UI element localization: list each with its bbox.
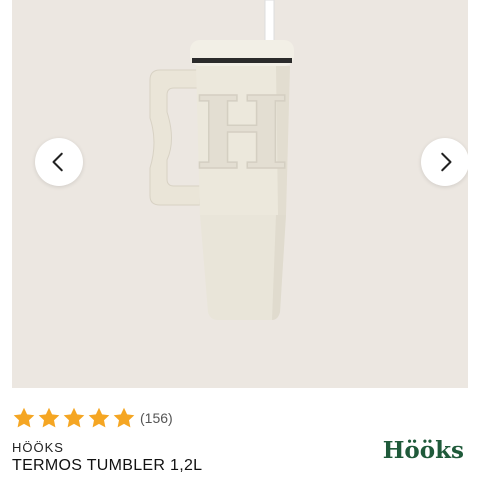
next-image-button[interactable] [421, 138, 468, 186]
rating[interactable]: (156) [12, 406, 173, 430]
product-info: (156) HÖÖKS TERMOS TUMBLER 1,2L Hööks [12, 404, 468, 480]
previous-image-button[interactable] [35, 138, 83, 186]
rating-stars [12, 406, 136, 430]
star-icon [38, 407, 60, 428]
star-icon [113, 407, 135, 428]
star-icon [63, 407, 85, 428]
product-image-gallery[interactable]: H [12, 0, 468, 388]
product-image: H [149, 0, 294, 320]
chevron-right-icon [441, 152, 452, 172]
product-brand: HÖÖKS [12, 440, 64, 455]
product-name: TERMOS TUMBLER 1,2L [12, 457, 203, 474]
monogram-letter: H [195, 74, 289, 192]
star-icon [13, 407, 35, 428]
review-count[interactable]: (156) [140, 410, 173, 426]
brand-logo: Hööks [382, 437, 464, 464]
chevron-left-icon [52, 152, 63, 172]
star-icon [88, 407, 110, 428]
